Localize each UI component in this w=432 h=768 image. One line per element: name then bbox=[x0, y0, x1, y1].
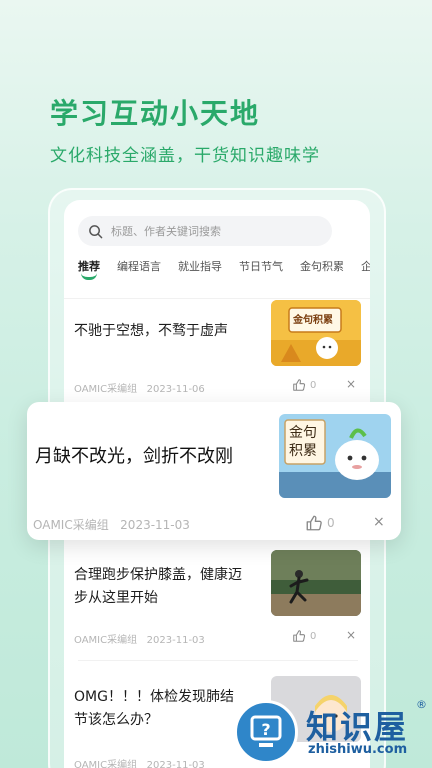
article-thumbnail: 金句积累 bbox=[271, 300, 361, 366]
article-meta: OAMIC采编组 2023-11-06 bbox=[74, 380, 205, 395]
tab-quotes[interactable]: 金句积累 bbox=[300, 258, 344, 288]
tab-career[interactable]: 就业指导 bbox=[178, 258, 222, 288]
list-item[interactable]: 合理跑步保护膝盖，健康迈 步从这里开始 OAMIC采编组 2023-11-03 … bbox=[64, 540, 370, 655]
article-title-line: 步从这里开始 bbox=[74, 590, 158, 606]
watermark: ? 知识屋 ® zhishiwu.com bbox=[232, 696, 432, 768]
like-button[interactable]: 0 bbox=[305, 514, 335, 532]
search-bar[interactable]: 标题、作者关键词搜索 bbox=[78, 216, 332, 246]
list-item[interactable]: 不驰于空想，不骛于虚声 金句积累 OAMIC采编组 2023-11-06 0 × bbox=[64, 298, 370, 398]
tab-enterprise[interactable]: 企业 bbox=[361, 258, 370, 288]
article-date: 2023-11-03 bbox=[120, 518, 190, 532]
thumbs-up-icon bbox=[293, 630, 306, 642]
like-button[interactable]: 0 bbox=[292, 378, 316, 392]
article-author: OAMIC采编组 bbox=[33, 518, 109, 532]
registered-mark: ® bbox=[416, 698, 427, 711]
thumbnail-illustration bbox=[271, 300, 361, 366]
tab-programming[interactable]: 编程语言 bbox=[117, 258, 161, 288]
article-title: 不驰于空想，不骛于虚声 bbox=[74, 323, 228, 339]
thumbs-up-icon bbox=[293, 379, 306, 391]
like-button[interactable]: 0 bbox=[292, 629, 316, 643]
search-placeholder: 标题、作者关键词搜索 bbox=[111, 225, 221, 238]
dismiss-button[interactable]: × bbox=[373, 514, 385, 530]
tab-festivals[interactable]: 节日节气 bbox=[239, 258, 283, 288]
search-icon bbox=[89, 224, 103, 238]
category-tabs: 推荐 编程语言 就业指导 节日节气 金句积累 企业 bbox=[78, 258, 370, 288]
active-tab-indicator bbox=[81, 273, 97, 280]
watermark-url: zhishiwu.com bbox=[308, 742, 408, 757]
article-title: OMG！！！体检发现肺结 节该怎么办？ bbox=[74, 686, 234, 732]
thumbnail-label: 金句 积累 bbox=[289, 424, 317, 460]
hero-headline: 学习互动小天地 bbox=[50, 97, 261, 130]
svg-text:?: ? bbox=[261, 720, 270, 739]
thumbnail-label-line: 金句 bbox=[289, 425, 317, 441]
article-date: 2023-11-03 bbox=[146, 635, 205, 646]
dismiss-button[interactable]: × bbox=[346, 628, 356, 642]
thumbnail-label: 金句积累 bbox=[293, 315, 333, 326]
thumbs-up-icon bbox=[306, 515, 322, 531]
like-count: 0 bbox=[310, 379, 317, 391]
dismiss-button[interactable]: × bbox=[346, 377, 356, 391]
article-author: OAMIC采编组 bbox=[74, 635, 138, 646]
article-title-line: 合理跑步保护膝盖，健康迈 bbox=[74, 567, 242, 583]
article-date: 2023-11-06 bbox=[146, 384, 205, 395]
running-photo bbox=[271, 550, 361, 616]
article-author: OAMIC采编组 bbox=[74, 760, 138, 768]
article-title-line: 节该怎么办？ bbox=[74, 712, 158, 728]
tab-label: 推荐 bbox=[78, 260, 100, 273]
article-author: OAMIC采编组 bbox=[74, 384, 138, 395]
featured-article-card[interactable]: 月缺不改光，剑折不改刚 金句 积累 OAMIC采编组 2023-11-03 0 … bbox=[27, 402, 401, 540]
watermark-logo-icon: ? bbox=[234, 700, 298, 764]
article-title: 月缺不改光，剑折不改刚 bbox=[35, 446, 233, 467]
article-meta: OAMIC采编组 2023-11-03 bbox=[74, 631, 205, 646]
article-meta: OAMIC采编组 2023-11-03 bbox=[74, 756, 205, 768]
thumbnail-label-line: 积累 bbox=[289, 443, 317, 459]
tab-recommend[interactable]: 推荐 bbox=[78, 258, 100, 288]
divider bbox=[78, 660, 358, 661]
like-count: 0 bbox=[310, 630, 317, 642]
article-thumbnail bbox=[271, 550, 361, 616]
hero-subline: 文化科技全涵盖，干货知识趣味学 bbox=[50, 146, 320, 166]
article-meta: OAMIC采编组 2023-11-03 bbox=[33, 516, 190, 533]
article-title-line: OMG！！！体检发现肺结 bbox=[74, 689, 234, 705]
like-count: 0 bbox=[327, 516, 335, 530]
article-date: 2023-11-03 bbox=[146, 760, 205, 768]
article-title: 合理跑步保护膝盖，健康迈 步从这里开始 bbox=[74, 564, 242, 610]
article-thumbnail: 金句 积累 bbox=[279, 414, 391, 498]
